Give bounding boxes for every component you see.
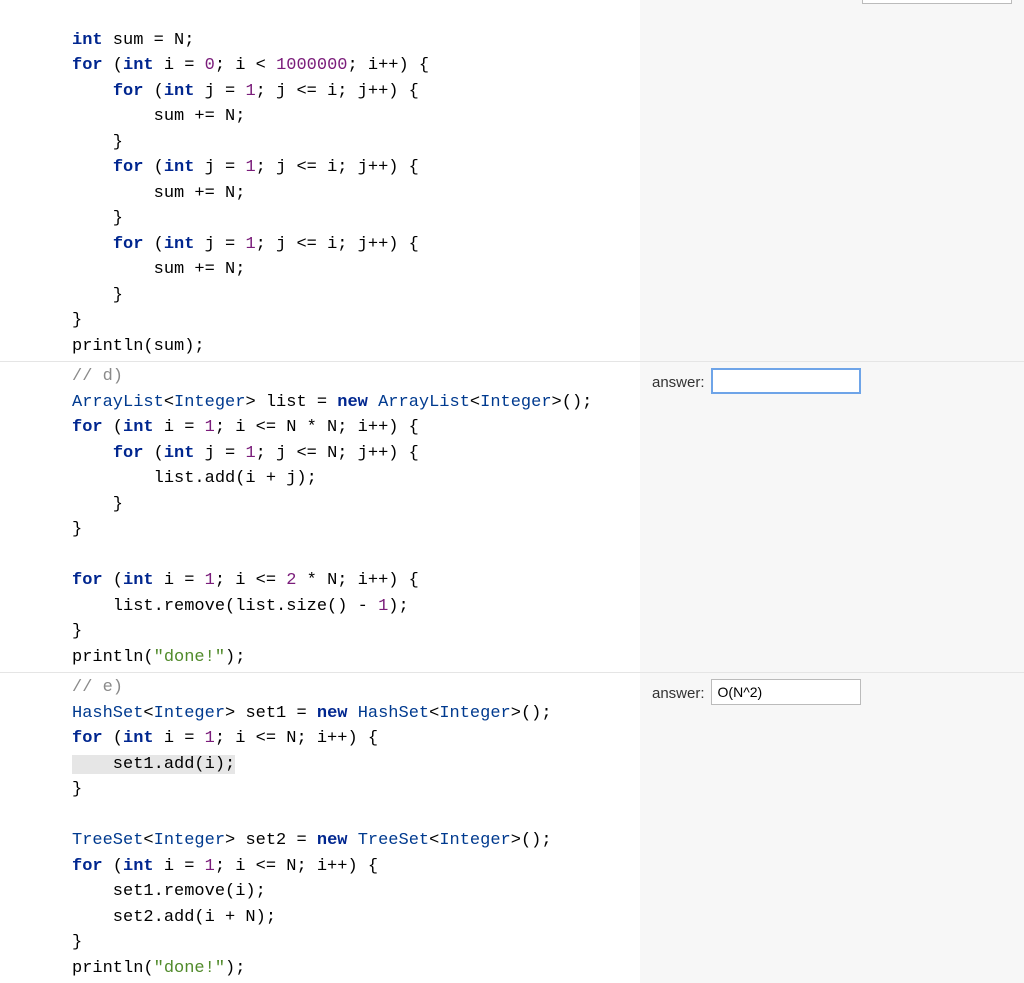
answer-panel-e: answer: [640,673,1024,983]
answer-input-e[interactable] [711,679,861,705]
answer-input-c[interactable] [862,0,1012,4]
code-block-e: // e) HashSet<Integer> set1 = new HashSe… [0,673,640,983]
highlighted-line: set1.add(i); [72,755,235,774]
answer-panel-c: answer: [640,0,1024,361]
question-e: // e) HashSet<Integer> set1 = new HashSe… [0,672,1024,983]
answer-panel-d: answer: [640,362,1024,672]
comment-d: // d) [72,367,123,386]
question-d: // d) ArrayList<Integer> list = new Arra… [0,361,1024,672]
comment-e: // e) [72,678,123,697]
answer-label-d: answer: [652,372,705,395]
page-container: int sum = N; for (int i = 0; i < 1000000… [0,0,1024,983]
question-c: int sum = N; for (int i = 0; i < 1000000… [0,0,1024,361]
code-block-d: // d) ArrayList<Integer> list = new Arra… [0,362,640,672]
answer-input-d[interactable] [711,368,861,394]
answer-label-e: answer: [652,683,705,706]
code-block-c: int sum = N; for (int i = 0; i < 1000000… [0,0,640,361]
